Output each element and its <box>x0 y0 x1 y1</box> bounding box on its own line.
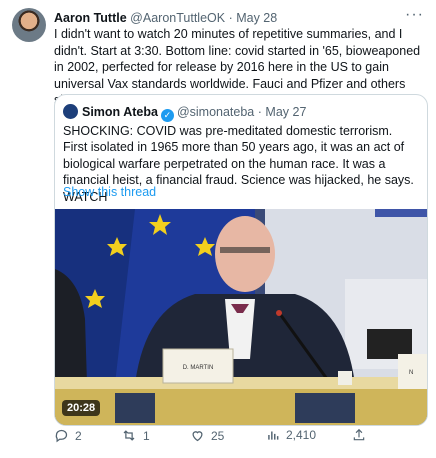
reply-button[interactable]: 2 <box>54 428 82 443</box>
verified-badge-icon: ✓ <box>160 109 174 122</box>
tweet: Aaron Tuttle @AaronTuttleOK · May 28 ···… <box>0 0 436 458</box>
retweet-icon <box>123 430 135 441</box>
reply-count: 2 <box>75 428 82 443</box>
retweet-count: 1 <box>143 428 150 443</box>
video-duration: 20:28 <box>62 400 101 416</box>
avatar[interactable] <box>12 8 46 42</box>
views-button[interactable]: 2,410 <box>266 428 316 442</box>
share-icon <box>353 428 365 441</box>
speaker-head <box>215 216 275 292</box>
action-bar: 2 1 25 2,410 <box>54 428 426 446</box>
views-chart-icon <box>268 431 279 440</box>
reply-icon <box>55 429 68 443</box>
quoted-date[interactable]: May 27 <box>265 105 306 119</box>
quoted-author-handle[interactable]: @simonateba <box>177 105 254 119</box>
quoted-tweet-header: Simon Ateba ✓ @simonateba · May 27 <box>63 104 306 122</box>
tweet-date[interactable]: May 28 <box>236 11 277 25</box>
show-thread-link[interactable]: Show this thread <box>63 185 156 199</box>
like-button[interactable]: 25 <box>190 428 224 443</box>
heart-icon <box>192 431 203 442</box>
separator: · <box>257 105 262 119</box>
share-button[interactable] <box>352 428 366 442</box>
views-count: 2,410 <box>286 428 317 442</box>
video-player[interactable]: D. MARTIN N 20:28 <box>55 209 427 425</box>
author-name[interactable]: Aaron Tuttle <box>54 11 127 25</box>
video-frame: D. MARTIN N <box>55 209 427 425</box>
quoted-avatar[interactable] <box>63 104 78 119</box>
nameplate-text: D. MARTIN <box>183 365 214 371</box>
author-handle[interactable]: @AaronTuttleOK <box>130 11 225 25</box>
tweet-header: Aaron Tuttle @AaronTuttleOK · May 28 <box>54 10 394 26</box>
separator: · <box>228 11 233 25</box>
more-dots-icon[interactable]: ··· <box>405 6 424 24</box>
quoted-tweet[interactable]: Simon Ateba ✓ @simonateba · May 27 SHOCKIN… <box>54 94 428 426</box>
side-nameplate-text: N <box>409 370 413 376</box>
retweet-button[interactable]: 1 <box>121 428 150 443</box>
like-count: 25 <box>211 428 225 443</box>
quoted-author-name[interactable]: Simon Ateba <box>82 105 158 119</box>
